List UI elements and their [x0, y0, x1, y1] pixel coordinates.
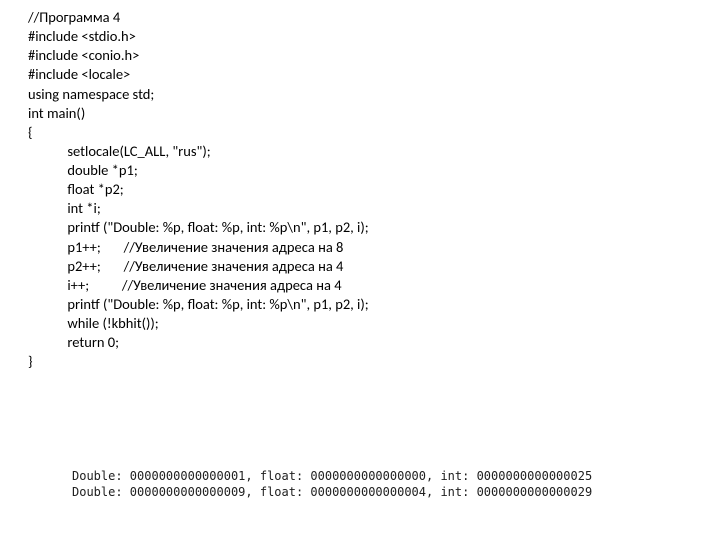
code-line: i++; //Увеличение значения адреса на 4 — [28, 276, 342, 294]
code-line: printf ("Double: %p, float: %p, int: %p\… — [28, 218, 369, 236]
code-line: { — [28, 123, 33, 141]
code-line: setlocale(LC_ALL, "rus"); — [28, 142, 211, 160]
program-output: Double: 0000000000000001, float: 0000000… — [72, 468, 592, 500]
code-line: #include <locale> — [28, 65, 130, 83]
code-line: while (!kbhit()); — [28, 314, 159, 332]
code-line: #include <stdio.h> — [28, 27, 136, 45]
code-line: printf ("Double: %p, float: %p, int: %p\… — [28, 295, 369, 313]
code-line: double *p1; — [28, 161, 138, 179]
code-line: //Программа 4 — [28, 8, 120, 26]
code-line: p2++; //Увеличение значения адреса на 4 — [28, 257, 343, 275]
code-line: } — [28, 352, 33, 370]
code-line: return 0; — [28, 333, 119, 351]
code-line: int main() — [28, 104, 85, 122]
code-line: p1++; //Увеличение значения адреса на 8 — [28, 238, 343, 256]
output-line: Double: 0000000000000009, float: 0000000… — [72, 485, 592, 499]
code-line: int *i; — [28, 199, 101, 217]
source-code: //Программа 4 #include <stdio.h> #includ… — [28, 8, 369, 371]
output-line: Double: 0000000000000001, float: 0000000… — [72, 469, 592, 483]
code-line: using namespace std; — [28, 85, 154, 103]
code-line: #include <conio.h> — [28, 46, 139, 64]
code-line: float *p2; — [28, 180, 124, 198]
